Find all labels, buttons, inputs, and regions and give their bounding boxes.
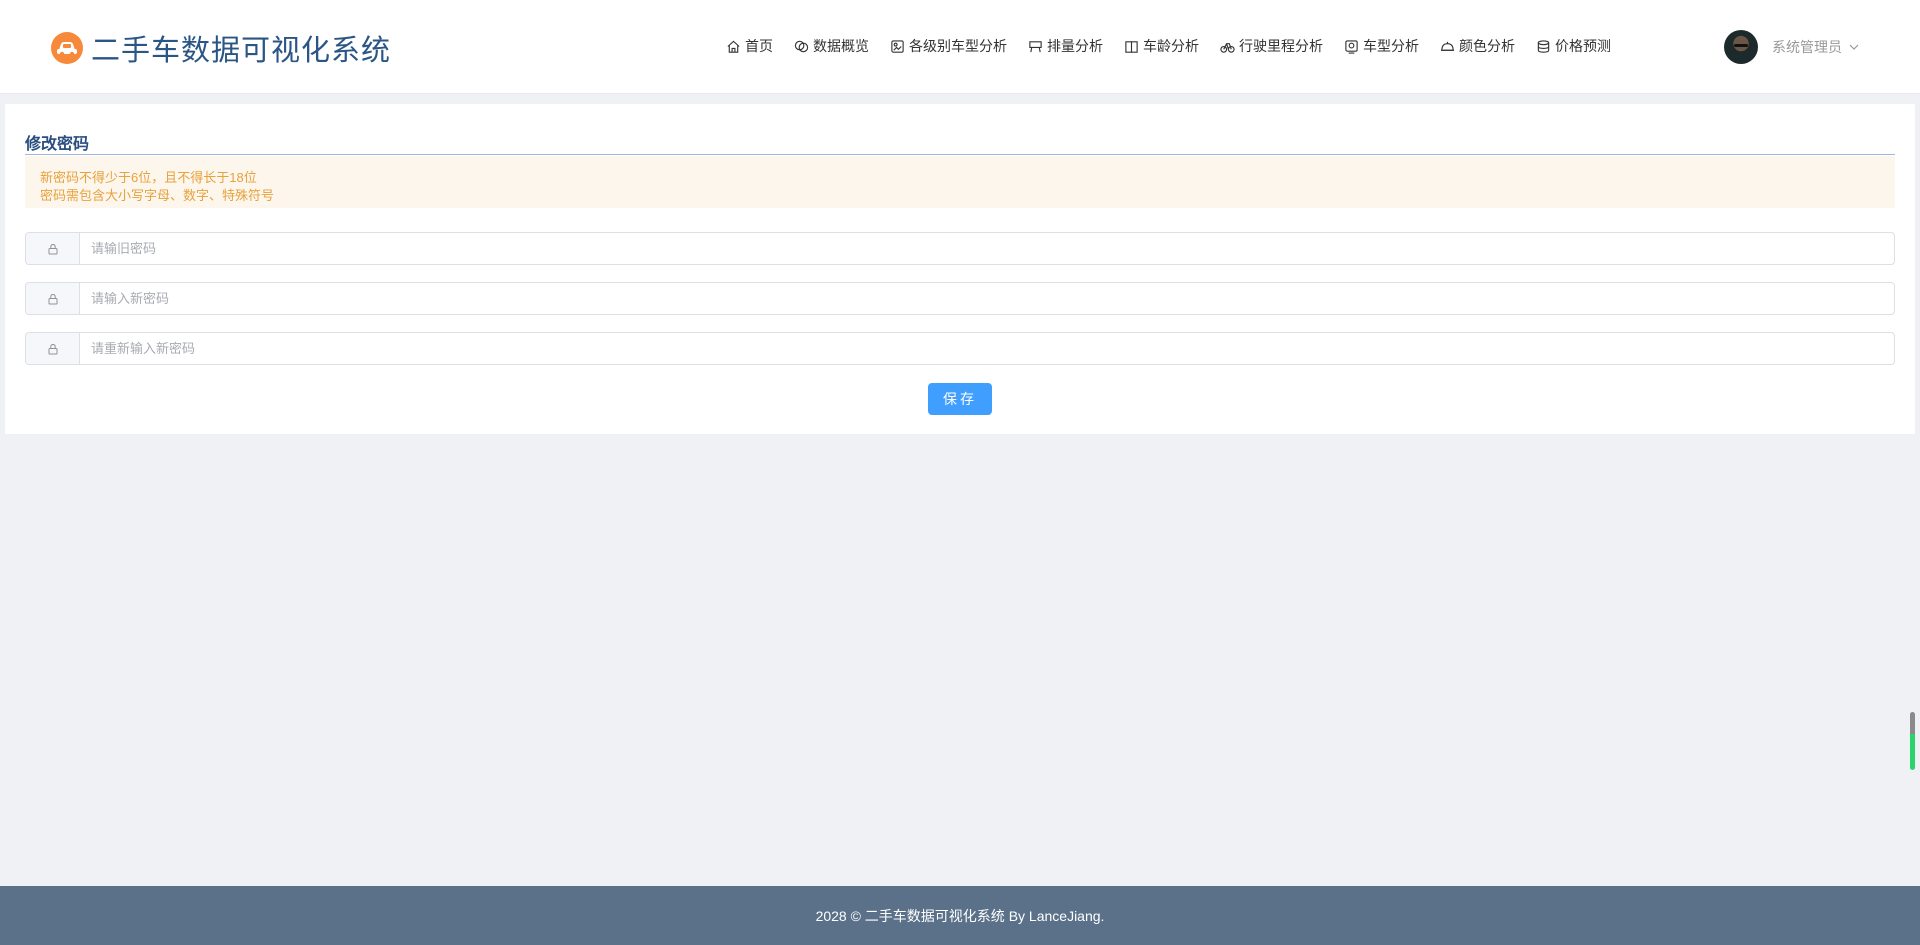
nav-item-color-analysis[interactable]: 颜色分析 bbox=[1440, 36, 1515, 56]
nav-label: 价格预测 bbox=[1555, 38, 1611, 54]
nav-label: 车型分析 bbox=[1363, 38, 1419, 54]
displacement-icon bbox=[1029, 40, 1042, 52]
user-menu[interactable]: 系统管理员 bbox=[1724, 30, 1860, 64]
nav-label: 颜色分析 bbox=[1459, 38, 1515, 54]
overview-icon bbox=[794, 40, 809, 52]
top-header: 二手车数据可视化系统 首页 数据概览 各级别车型分析 排量分析 车龄分析 行驶里… bbox=[0, 0, 1920, 94]
footer: 2028 © 二手车数据可视化系统 By LanceJiang. bbox=[0, 886, 1920, 945]
user-name: 系统管理员 bbox=[1772, 39, 1842, 55]
old-password-field bbox=[25, 232, 1895, 265]
scroll-indicator[interactable] bbox=[1910, 712, 1915, 770]
nav-label: 车龄分析 bbox=[1143, 38, 1199, 54]
nav-label: 排量分析 bbox=[1047, 38, 1103, 54]
field-prefix bbox=[26, 233, 80, 264]
notice-line: 密码需包含大小写字母、数字、特殊符号 bbox=[40, 188, 275, 203]
lock-icon bbox=[48, 243, 57, 254]
confirm-password-input[interactable] bbox=[80, 333, 1894, 364]
password-rules-notice: 新密码不得少于6位，且不得长于18位 密码需包含大小写字母、数字、特殊符号 bbox=[25, 156, 1895, 208]
page-title: 修改密码 bbox=[25, 136, 90, 153]
confirm-password-field bbox=[25, 332, 1895, 365]
nav-label: 行驶里程分析 bbox=[1239, 38, 1323, 54]
change-password-card: 修改密码 新密码不得少于6位，且不得长于18位 密码需包含大小写字母、数字、特殊… bbox=[5, 104, 1915, 434]
old-password-input[interactable] bbox=[80, 233, 1894, 264]
level-icon bbox=[891, 39, 904, 53]
main-nav: 首页 数据概览 各级别车型分析 排量分析 车龄分析 行驶里程分析 车型分析 颜色… bbox=[726, 36, 1632, 56]
new-password-input[interactable] bbox=[80, 283, 1894, 314]
color-icon bbox=[1440, 41, 1455, 51]
avatar bbox=[1724, 30, 1758, 64]
nav-item-mileage-analysis[interactable]: 行驶里程分析 bbox=[1220, 36, 1323, 56]
nav-item-home[interactable]: 首页 bbox=[726, 36, 773, 56]
field-prefix bbox=[26, 283, 80, 314]
nav-item-displacement-analysis[interactable]: 排量分析 bbox=[1028, 36, 1103, 56]
nav-item-level-analysis[interactable]: 各级别车型分析 bbox=[890, 36, 1007, 56]
field-prefix bbox=[26, 333, 80, 364]
footer-copyright: 2028 © 二手车数据可视化系统 By LanceJiang. bbox=[815, 907, 1105, 924]
title-divider bbox=[25, 154, 1895, 155]
brand[interactable]: 二手车数据可视化系统 bbox=[51, 30, 392, 67]
nav-item-overview[interactable]: 数据概览 bbox=[794, 36, 869, 56]
notice-line: 新密码不得少于6位，且不得长于18位 bbox=[40, 170, 257, 185]
new-password-field bbox=[25, 282, 1895, 315]
app-title: 二手车数据可视化系统 bbox=[91, 33, 392, 67]
bicycle-icon bbox=[1220, 42, 1235, 53]
age-icon bbox=[1125, 40, 1138, 53]
save-button[interactable]: 保存 bbox=[928, 383, 992, 415]
car-logo-icon bbox=[51, 32, 83, 64]
nav-item-model-analysis[interactable]: 车型分析 bbox=[1344, 36, 1419, 56]
nav-label: 首页 bbox=[745, 38, 773, 54]
nav-item-price-prediction[interactable]: 价格预测 bbox=[1536, 36, 1611, 56]
model-icon bbox=[1345, 39, 1358, 54]
lock-icon bbox=[48, 293, 57, 304]
home-icon bbox=[727, 40, 740, 53]
chevron-down-icon bbox=[1849, 44, 1859, 50]
nav-item-age-analysis[interactable]: 车龄分析 bbox=[1124, 36, 1199, 56]
nav-label: 各级别车型分析 bbox=[909, 38, 1007, 54]
nav-label: 数据概览 bbox=[813, 38, 869, 54]
coins-icon bbox=[1537, 39, 1550, 53]
lock-icon bbox=[48, 343, 57, 354]
